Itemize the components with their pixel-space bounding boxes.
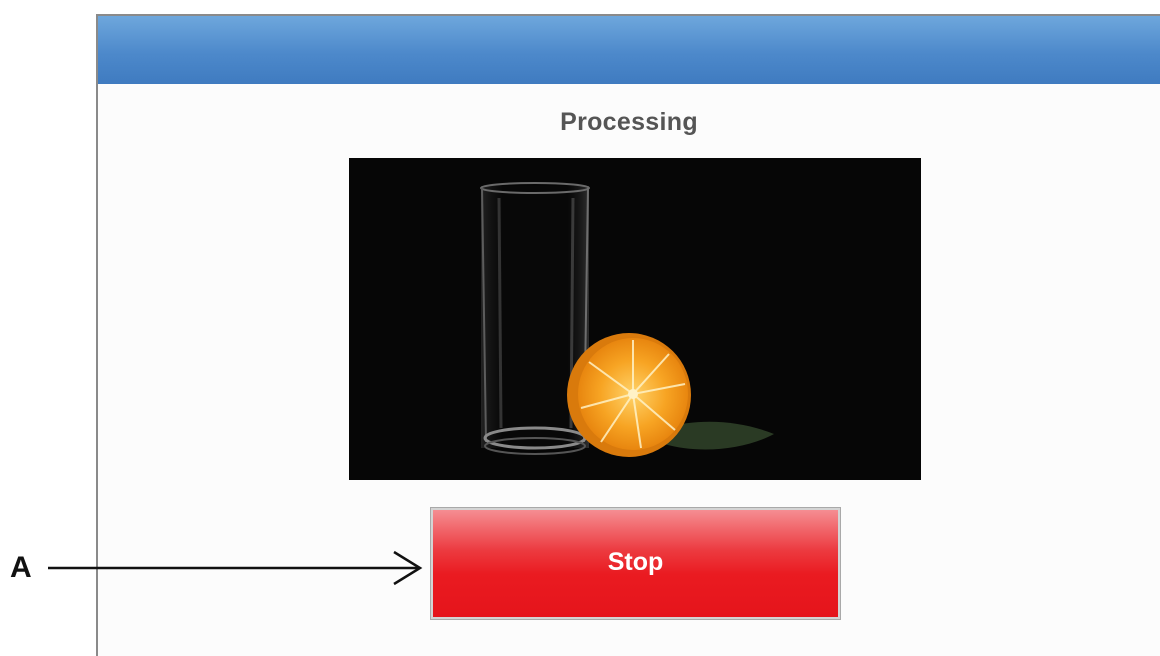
callout-arrow-icon — [48, 550, 423, 586]
page: Processing Stop A — [0, 0, 1160, 656]
